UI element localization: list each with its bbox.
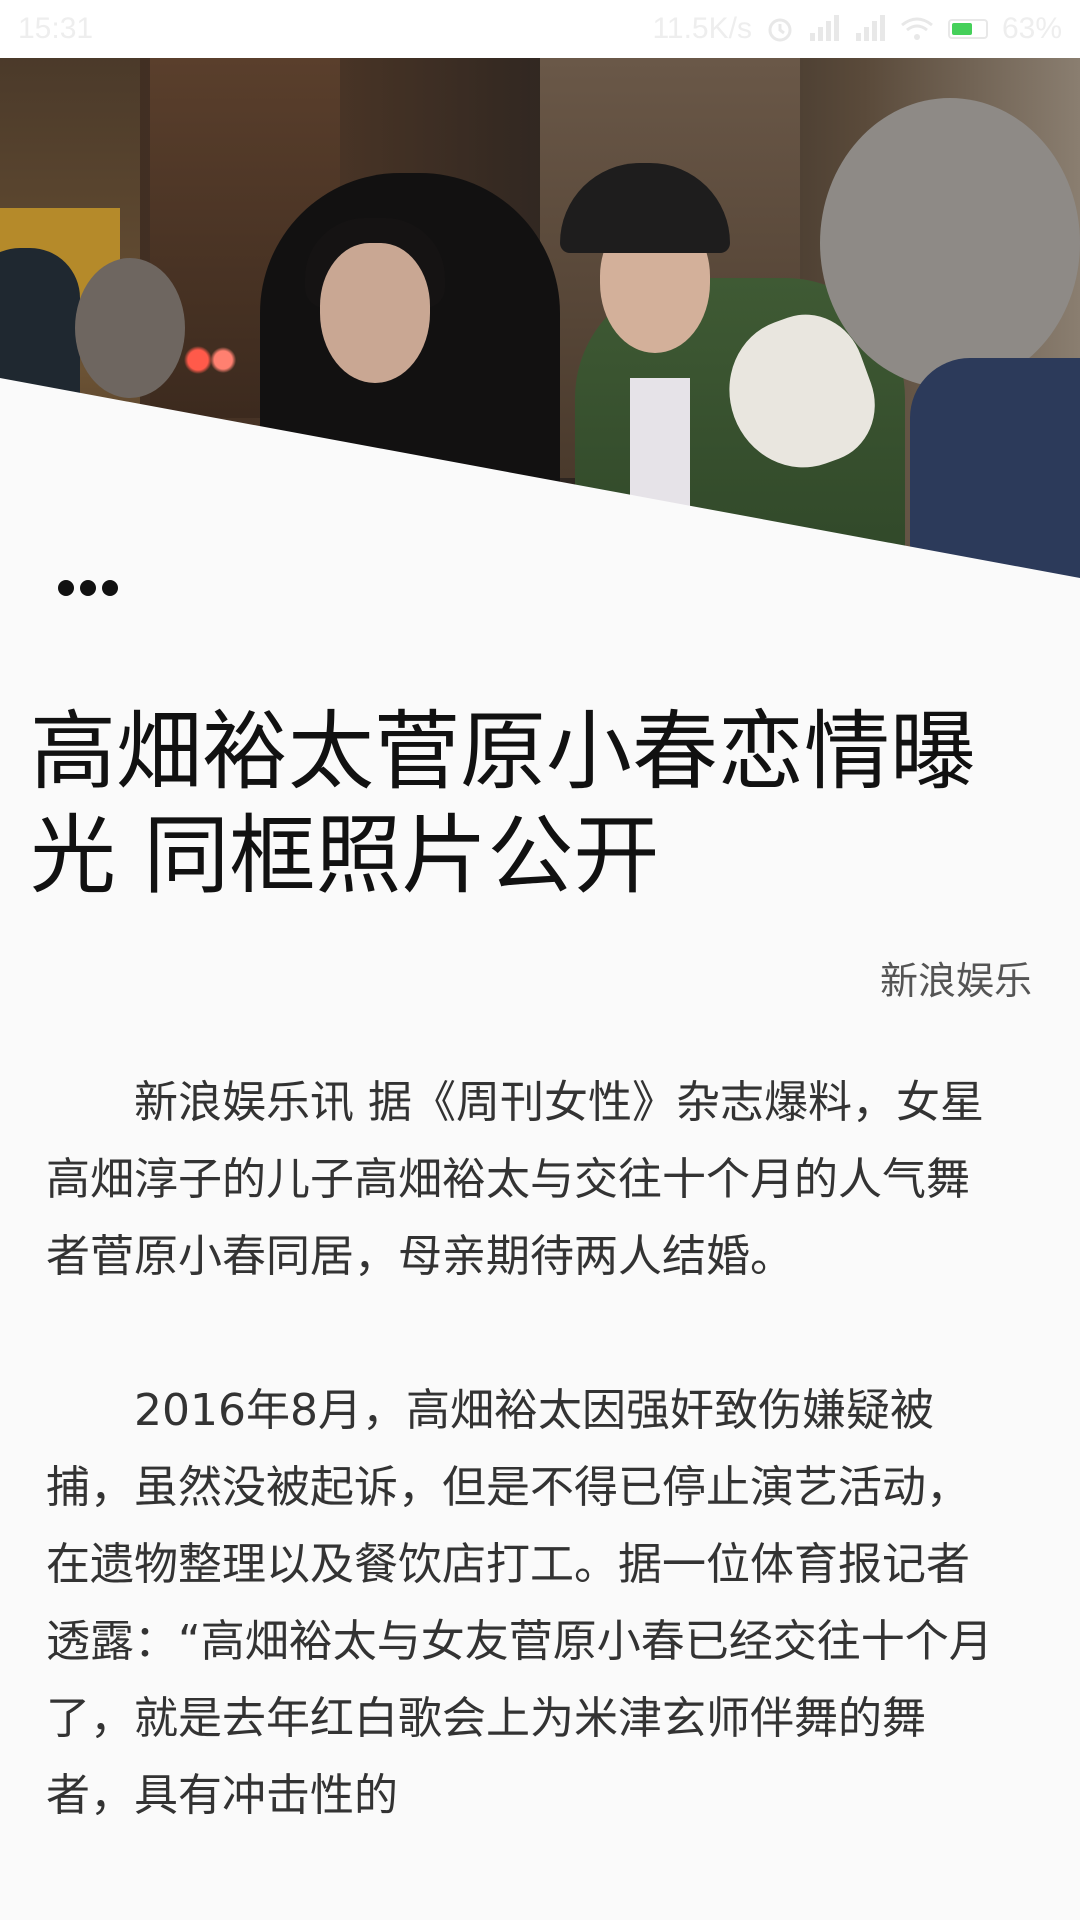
article-title: 高畑裕太菅原小春恋情曝光 同框照片公开 [30,702,976,906]
hero-face-1 [320,243,430,383]
battery-percent: 63% [1001,12,1062,45]
status-right-group: 11.5K/s 63% [652,12,1062,46]
network-speed: 11.5K/s [652,12,752,45]
hero-image [0,58,1080,578]
signal-icon-2 [854,15,886,43]
article-paragraph: 新浪娱乐讯 据《周刊女性》杂志爆料，女星高畑淳子的儿子高畑裕太与交往十个月的人气… [46,1077,984,1282]
more-dot [102,580,118,596]
battery-icon [947,19,988,39]
more-dots-icon[interactable] [58,580,118,596]
alarm-icon [766,15,794,43]
more-dot [80,580,96,596]
wifi-icon [900,15,934,43]
signal-icon [808,15,840,43]
battery-fill [951,23,972,35]
hero-person-right [910,358,1080,578]
status-bar: 15:31 11.5K/s 63% [0,0,1080,58]
article-paragraph: 2016年8月，高畑裕太因强奸致伤嫌疑被捕，虽然没被起诉，但是不得已停止演艺活动… [46,1385,993,1821]
article-source[interactable]: 新浪娱乐 [880,950,1032,1005]
hero-blurred-face-1 [75,258,185,398]
more-dot [58,580,74,596]
hero-blurred-face-2 [820,98,1080,388]
article-body: 新浪娱乐讯 据《周刊女性》杂志爆料，女星高畑淳子的儿子高畑裕太与交往十个月的人气… [46,1064,1006,1911]
hero-bg-lights [180,343,240,377]
status-time: 15:31 [18,12,94,45]
